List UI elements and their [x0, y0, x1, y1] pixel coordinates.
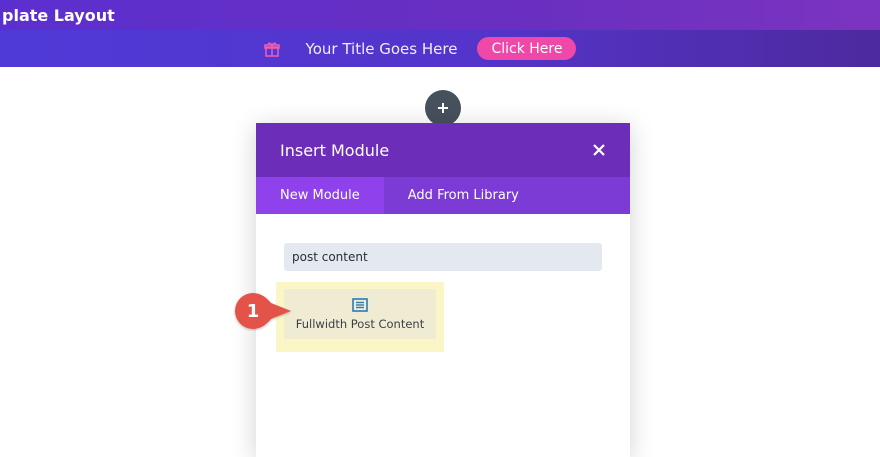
- modal-header: Insert Module: [256, 123, 630, 177]
- tab-add-from-library[interactable]: Add From Library: [384, 177, 543, 214]
- plus-icon: [438, 103, 448, 113]
- module-search-input[interactable]: [284, 243, 602, 271]
- banner-title: Your Title Goes Here: [305, 39, 458, 58]
- modal-title: Insert Module: [280, 140, 390, 160]
- close-icon[interactable]: [592, 143, 606, 157]
- modal-tabs: New Module Add From Library: [256, 177, 630, 214]
- add-module-button[interactable]: [425, 90, 461, 126]
- tab-new-module[interactable]: New Module: [256, 177, 384, 214]
- header-banner: Your Title Goes Here Click Here: [0, 30, 880, 67]
- post-content-icon: [352, 297, 368, 312]
- builder-title: plate Layout: [2, 5, 115, 25]
- insert-module-modal: Insert Module New Module Add From Librar…: [256, 123, 630, 457]
- callout-number: 1: [246, 300, 260, 322]
- module-result-fullwidth-post-content[interactable]: Fullwidth Post Content: [284, 289, 436, 339]
- step-callout: 1: [233, 291, 295, 331]
- gift-icon: [263, 41, 280, 57]
- module-result-label: Fullwidth Post Content: [295, 316, 425, 331]
- builder-top-bar: plate Layout: [0, 0, 880, 30]
- click-here-button[interactable]: Click Here: [477, 37, 577, 60]
